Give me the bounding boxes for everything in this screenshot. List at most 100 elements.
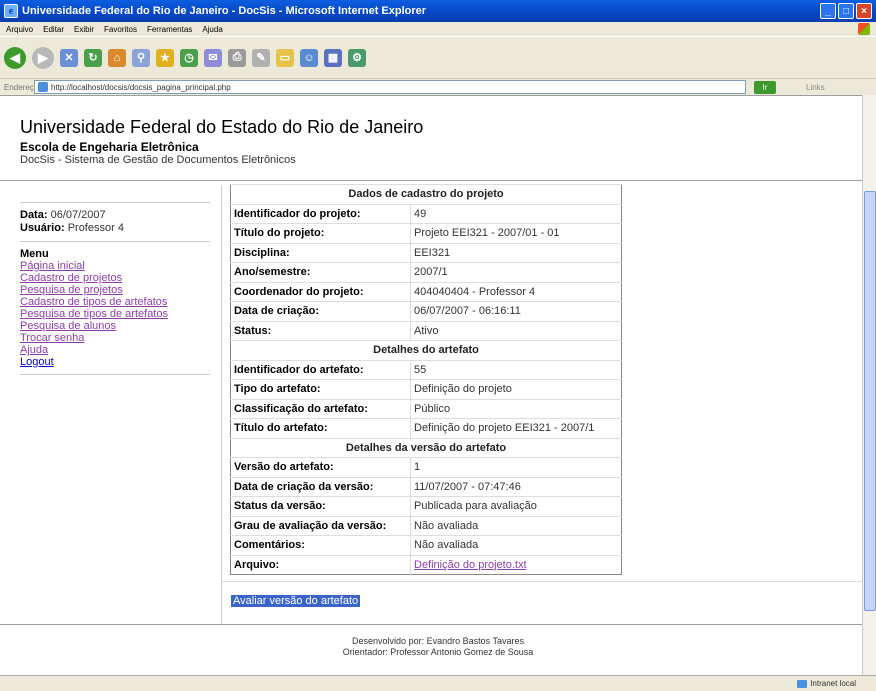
field-label: Data de criação: xyxy=(230,301,411,321)
menu-link-cadastro-tipos-artefatos[interactable]: Cadastro de tipos de artefatos xyxy=(20,296,210,308)
history-icon[interactable]: ◷ xyxy=(180,48,198,67)
research-icon[interactable]: ▦ xyxy=(324,48,342,67)
field-label: Título do projeto: xyxy=(230,223,411,243)
table-row: Data de criação: 06/07/2007 - 06:16:11 xyxy=(230,301,622,321)
search-icon[interactable]: ⚲ xyxy=(132,48,150,67)
table-row: Status: Ativo xyxy=(230,320,622,341)
table-row: Arquivo: Definição do projeto.txt xyxy=(230,554,622,575)
artifact-title-value: Definição do projeto EEI321 - 2007/1 xyxy=(410,418,622,438)
sidebar-divider xyxy=(20,202,210,203)
security-zone: Intranet local xyxy=(797,679,856,688)
menu-link-pesquisa-projetos[interactable]: Pesquisa de projetos xyxy=(20,284,210,296)
folder-icon[interactable]: ▭ xyxy=(276,48,294,67)
menu-link-pagina-inicial[interactable]: Página inicial xyxy=(20,260,210,272)
sidebar-divider xyxy=(20,241,210,242)
table-row: Tipo do artefato: Definição do projeto xyxy=(230,379,622,399)
table-row: Detalhes do artefato xyxy=(230,340,622,360)
menu-bar: Arquivo Editar Exibir Favoritos Ferramen… xyxy=(0,22,876,36)
edit-icon[interactable]: ✎ xyxy=(252,48,270,67)
footer-advisor: Orientador: Professor Antonio Gomez de S… xyxy=(342,647,534,657)
grade-value: Não avaliada xyxy=(410,515,622,536)
menu-exibir[interactable]: Exibir xyxy=(74,25,94,34)
window-titlebar: e Universidade Federal do Rio de Janeiro… xyxy=(0,0,876,22)
forward-icon[interactable]: ▶ xyxy=(32,46,54,69)
discipline-value: EEI321 xyxy=(410,242,622,263)
table-row: Identificador do projeto: 49 xyxy=(230,203,622,224)
table-row: Dados de cadastro do projeto xyxy=(230,184,622,204)
section-header-version: Detalhes da versão do artefato xyxy=(230,437,622,458)
column-divider xyxy=(221,186,222,624)
favorites-icon[interactable]: ★ xyxy=(156,48,174,67)
menu-link-pesquisa-alunos[interactable]: Pesquisa de alunos xyxy=(20,320,210,332)
table-row: Comentários: Não avaliada xyxy=(230,535,622,555)
menu-arquivo[interactable]: Arquivo xyxy=(6,25,33,34)
minimize-icon[interactable]: _ xyxy=(820,3,836,19)
zone-label: Intranet local xyxy=(810,679,856,688)
intranet-icon xyxy=(797,679,808,688)
windows-logo-icon xyxy=(858,23,870,35)
vertical-scrollbar[interactable] xyxy=(862,95,876,675)
go-label: Ir xyxy=(762,82,768,92)
scrollbar-thumb[interactable] xyxy=(864,191,876,611)
field-label: Ano/semestre: xyxy=(230,262,411,282)
menu-link-ajuda[interactable]: Ajuda xyxy=(20,344,210,356)
messenger-icon[interactable]: ☺ xyxy=(300,48,318,67)
file-link[interactable]: Definição do projeto.txt xyxy=(414,559,527,571)
menu-link-cadastro-projetos[interactable]: Cadastro de projetos xyxy=(20,272,210,284)
semester-value: 2007/1 xyxy=(410,262,622,282)
field-label: Coordenador do projeto: xyxy=(230,281,411,302)
refresh-icon[interactable]: ↻ xyxy=(84,48,102,67)
browser-toolbar: ◀ ▶ ✕ ↻ ⌂ ⚲ ★ ◷ ✉ ⎙ ✎ ▭ ☺ ▦ ⚙ xyxy=(0,36,876,78)
comments-value: Não avaliada xyxy=(410,535,622,555)
sidebar-divider xyxy=(20,374,210,375)
menu-ferramentas[interactable]: Ferramentas xyxy=(147,25,192,34)
menu-link-trocar-senha[interactable]: Trocar senha xyxy=(20,332,210,344)
table-row: Ano/semestre: 2007/1 xyxy=(230,262,622,282)
mail-icon[interactable]: ✉ xyxy=(204,48,222,67)
menu-ajuda[interactable]: Ajuda xyxy=(202,25,222,34)
content-divider xyxy=(222,581,862,582)
version-date-value: 11/07/2007 - 07:47:46 xyxy=(410,476,622,497)
creation-date-value: 06/07/2007 - 06:16:11 xyxy=(410,301,622,321)
table-row: Identificador do artefato: 55 xyxy=(230,359,622,380)
table-row: Disciplina: EEI321 xyxy=(230,242,622,263)
field-label: Disciplina: xyxy=(230,242,411,263)
window-title: Universidade Federal do Rio de Janeiro -… xyxy=(22,5,427,17)
evaluate-version-link[interactable]: Avaliar versão do artefato xyxy=(231,595,361,607)
address-label: Endereço xyxy=(4,82,39,92)
field-label: Status: xyxy=(230,320,411,341)
page-footer: Desenvolvido por: Evandro Bastos Tavares… xyxy=(0,636,876,658)
school-title: Escola de Engeharia Eletrônica xyxy=(20,140,199,154)
tools-icon[interactable]: ⚙ xyxy=(348,48,366,67)
address-bar: Endereço http://localhost/docsis/docsis_… xyxy=(0,78,876,95)
menu-link-pesquisa-tipos-artefatos[interactable]: Pesquisa de tipos de artefatos xyxy=(20,308,210,320)
field-label: Arquivo: xyxy=(230,554,411,575)
file-cell: Definição do projeto.txt xyxy=(410,554,622,575)
address-url: http://localhost/docsis/docsis_pagina_pr… xyxy=(51,82,231,92)
maximize-icon[interactable]: □ xyxy=(838,3,854,19)
footer-divider xyxy=(0,624,876,625)
print-icon[interactable]: ⎙ xyxy=(228,48,246,67)
links-label[interactable]: Links xyxy=(806,83,825,92)
go-button[interactable]: Ir xyxy=(754,80,776,94)
menu-link-logout[interactable]: Logout xyxy=(20,356,210,368)
home-icon[interactable]: ⌂ xyxy=(108,48,126,67)
date-label: Data: xyxy=(20,209,48,221)
stop-icon[interactable]: ✕ xyxy=(60,48,78,67)
date-row: Data: 06/07/2007 xyxy=(20,209,210,222)
classification-value: Público xyxy=(410,398,622,419)
address-input[interactable]: http://localhost/docsis/docsis_pagina_pr… xyxy=(34,80,746,94)
version-value: 1 xyxy=(410,457,622,477)
menu-title: Menu xyxy=(20,248,49,260)
page-icon xyxy=(38,82,48,92)
table-row: Título do artefato: Definição do projeto … xyxy=(230,418,622,438)
project-id-value: 49 xyxy=(410,203,622,224)
field-label: Classificação do artefato: xyxy=(230,398,411,419)
back-icon[interactable]: ◀ xyxy=(4,46,26,69)
menu-editar[interactable]: Editar xyxy=(43,25,64,34)
sidebar-menu: Página inicial Cadastro de projetos Pesq… xyxy=(20,260,210,368)
close-icon[interactable]: × xyxy=(856,3,872,19)
menu-favoritos[interactable]: Favoritos xyxy=(104,25,137,34)
status-value: Ativo xyxy=(410,320,622,341)
table-row: Título do projeto: Projeto EEI321 - 2007/… xyxy=(230,223,622,243)
